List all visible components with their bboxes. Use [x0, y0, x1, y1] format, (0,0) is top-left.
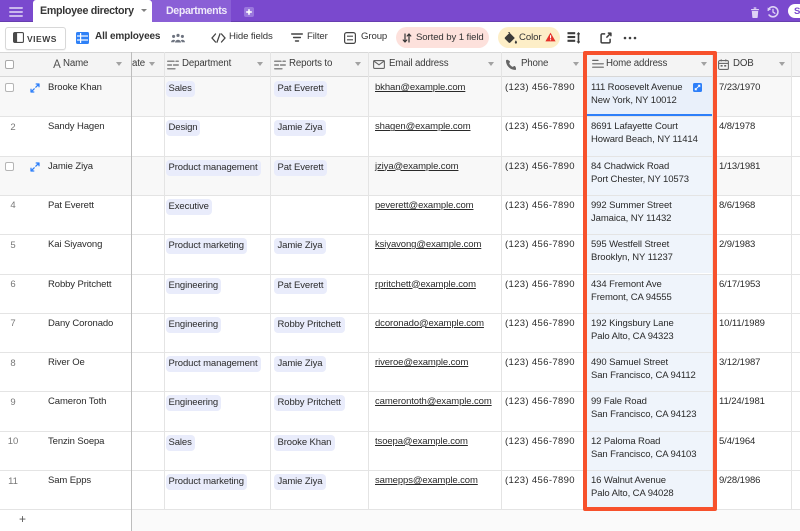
svg-text:A: A — [53, 59, 61, 70]
